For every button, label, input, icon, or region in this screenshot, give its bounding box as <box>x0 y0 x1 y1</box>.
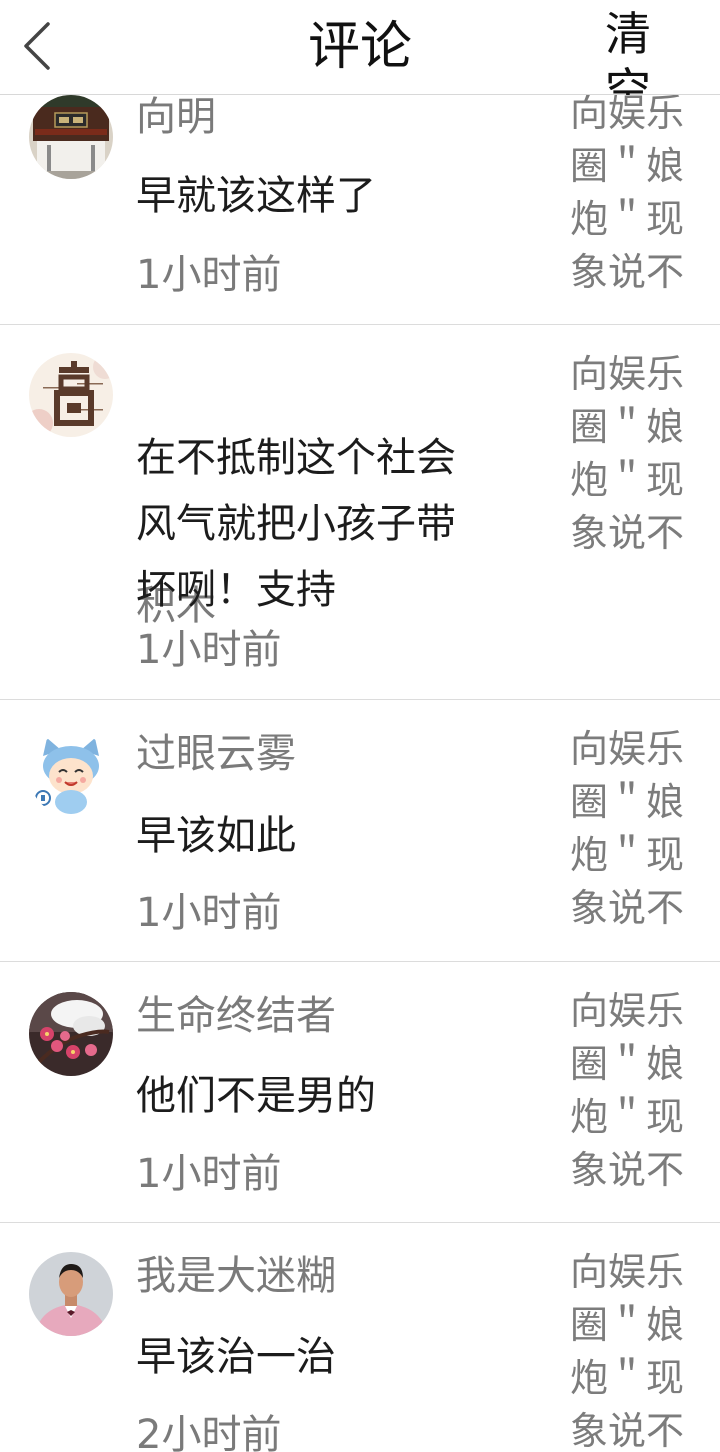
comment-time: 1小时前 <box>136 890 282 936</box>
comment-text: 在不抵制这个社会风气就把小孩子带坏咧！支持 <box>136 435 456 613</box>
avatar[interactable] <box>29 1252 113 1336</box>
avatar[interactable] <box>29 95 113 179</box>
top-bar: 评论 清空 <box>0 0 720 95</box>
comment-username[interactable]: 过眼云雾 <box>136 730 296 778</box>
comment-username[interactable]: 向明 <box>136 95 216 141</box>
person-pink-suit-avatar-icon <box>29 1252 113 1336</box>
comment-list: 向明 早就该这样了 1小时前 向娱乐圈＂娘炮＂现象说不 积木 在不抵制这个社会风… <box>0 95 720 1452</box>
comment-text: 早该如此 <box>136 813 296 859</box>
comment-item: 向明 早就该这样了 1小时前 向娱乐圈＂娘炮＂现象说不 <box>0 95 720 325</box>
article-reference[interactable]: 向娱乐圈＂娘炮＂现象说不 <box>570 348 700 560</box>
article-reference[interactable]: 向娱乐圈＂娘炮＂现象说不 <box>570 723 700 935</box>
comment-time: 1小时前 <box>136 627 282 673</box>
comment-text: 他们不是男的 <box>136 1073 376 1119</box>
comment-time: 1小时前 <box>136 252 282 298</box>
comment-username[interactable]: 生命终结者 <box>136 992 336 1040</box>
article-reference[interactable]: 向娱乐圈＂娘炮＂现象说不 <box>570 1246 700 1452</box>
comment-item: 过眼云雾 早该如此 1小时前 向娱乐圈＂娘炮＂现象说不 <box>0 700 720 962</box>
comment-text: 早该治一治 <box>136 1334 336 1380</box>
comment-time: 1小时前 <box>136 1151 282 1197</box>
plum-blossom-avatar-icon <box>29 992 113 1076</box>
comment-text: 早就该这样了 <box>136 173 376 219</box>
calligraphy-avatar-icon <box>29 353 113 437</box>
comment-username[interactable]: 我是大迷糊 <box>136 1252 336 1300</box>
building-avatar-icon <box>29 95 113 179</box>
comment-time: 2小时前 <box>136 1412 282 1452</box>
cartoon-cat-avatar-icon <box>29 732 113 816</box>
comment-item: 我是大迷糊 早该治一治 2小时前 向娱乐圈＂娘炮＂现象说不 <box>0 1223 720 1452</box>
comment-item: 积木 在不抵制这个社会风气就把小孩子带坏咧！支持 1小时前 向娱乐圈＂娘炮＂现象… <box>0 325 720 700</box>
article-reference[interactable]: 向娱乐圈＂娘炮＂现象说不 <box>570 95 700 299</box>
avatar[interactable] <box>29 353 113 437</box>
clear-button[interactable]: 清空 <box>605 6 657 95</box>
article-reference[interactable]: 向娱乐圈＂娘炮＂现象说不 <box>570 985 700 1197</box>
avatar[interactable] <box>29 732 113 816</box>
comment-item: 生命终结者 他们不是男的 1小时前 向娱乐圈＂娘炮＂现象说不 <box>0 962 720 1223</box>
avatar[interactable] <box>29 992 113 1076</box>
